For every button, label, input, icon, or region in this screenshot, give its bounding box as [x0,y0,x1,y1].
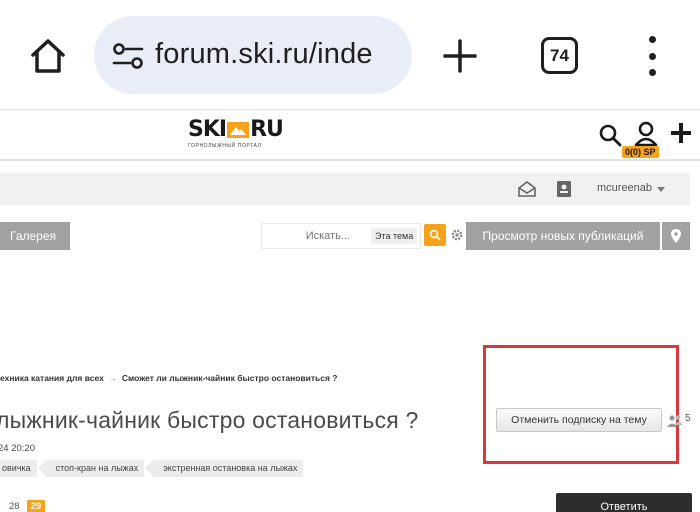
url-text[interactable]: forum.ski.ru/inde [155,38,373,71]
logo-subtitle: ГОРНОЛЫЖНЫЙ ПОРТАЛ [188,143,262,149]
home-button[interactable] [20,28,76,84]
mountain-icon [227,122,250,138]
location-pin-button[interactable] [662,222,690,250]
site-header: SKI RU ГОРНОЛЫЖНЫЙ ПОРТАЛ 0(0) SP [0,111,700,161]
tag[interactable]: стоп-кран на лыжах [37,460,145,477]
search-scope[interactable]: Эта тема [371,228,418,244]
reply-button[interactable]: Ответить [556,493,692,512]
site-logo[interactable]: SKI RU ГОРНОЛЫЖНЫЙ ПОРТАЛ [188,119,308,155]
breadcrumb-item[interactable]: ехника катания для всех [0,373,104,383]
unsubscribe-button[interactable]: Отменить подписку на тему [496,408,662,432]
pagination: 28 29 [9,498,46,512]
logo-text-right: RU [250,117,284,142]
tag[interactable]: овичка [0,460,37,477]
add-icon[interactable] [669,121,693,145]
user-bar: mcureenab [0,173,690,205]
tab-count: 74 [550,45,569,65]
browser-toolbar: forum.ski.ru/inde 74 [0,0,700,110]
sp-badge[interactable]: 0(0) SP [622,146,659,158]
breadcrumb-item[interactable]: Сможет ли лыжник-чайник быстро остановит… [122,373,338,383]
username[interactable]: mcureenab [597,182,652,194]
address-bar[interactable]: forum.ski.ru/inde [94,16,412,94]
followers-icon[interactable] [667,414,683,427]
breadcrumb: ехника катания для всех → Сможет ли лыжник… [0,373,338,383]
page-title: лыжник-чайник быстро остановиться ? [0,407,419,433]
more-vert-icon[interactable] [640,36,664,76]
topic-date: 24 20:20 [0,443,35,454]
plus-icon[interactable] [442,38,478,74]
tag[interactable]: экстренная остановка на лыжах [145,460,304,477]
page-current: 29 [26,499,46,512]
search-button[interactable] [424,224,446,246]
tag-list: овичка стоп-кран на лыжах экстренная ост… [0,460,304,477]
user-icon[interactable] [634,121,658,147]
nav-item-gallery[interactable]: Галерея [0,222,70,250]
search-input[interactable] [262,224,368,248]
highlight-box [483,345,679,464]
page-link[interactable]: 28 [9,501,20,512]
gear-icon[interactable] [450,228,464,242]
tab-switcher-button[interactable]: 74 [541,37,578,74]
badge-icon[interactable] [556,180,572,198]
location-pin-icon [671,229,681,243]
breadcrumb-separator: → [108,374,117,383]
main-nav: Галерея Эта тема Просмотр новых публикац… [0,222,690,250]
view-new-content-button[interactable]: Просмотр новых публикаций [466,222,660,250]
site-settings-icon[interactable] [112,42,144,70]
search-icon [429,229,441,241]
search-box: Эта тема [261,223,421,249]
logo-text-left: SKI [188,117,227,142]
mail-icon[interactable] [518,180,536,198]
search-icon[interactable] [598,123,622,147]
followers-count: 5 [685,413,691,424]
chevron-down-icon[interactable] [657,187,665,192]
home-icon [31,39,65,73]
